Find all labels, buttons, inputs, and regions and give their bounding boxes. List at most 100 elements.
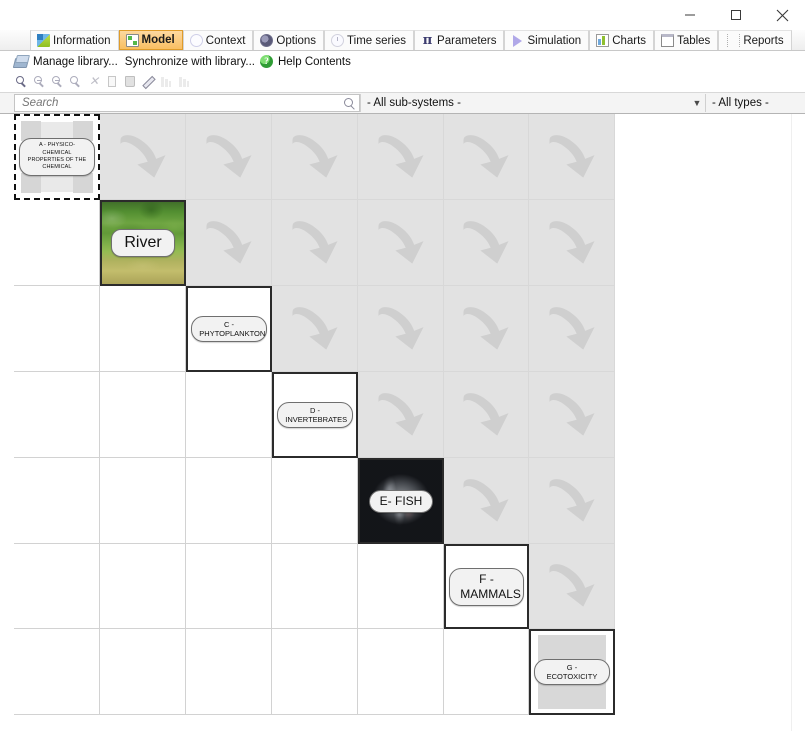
curved-arrow-down-right-icon bbox=[463, 220, 509, 264]
matrix-cell[interactable] bbox=[186, 372, 272, 458]
model-node-e[interactable]: E- FISH bbox=[358, 458, 444, 544]
tab-label: Options bbox=[276, 34, 317, 47]
node-label: F - MAMMALS bbox=[449, 567, 524, 606]
matrix-cell[interactable] bbox=[529, 544, 615, 629]
tab-context[interactable]: Context bbox=[182, 30, 254, 50]
model-node-f[interactable]: F - MAMMALS bbox=[444, 544, 529, 629]
matrix-cell[interactable] bbox=[444, 458, 529, 544]
matrix-cell[interactable] bbox=[100, 286, 186, 372]
help-contents-link[interactable]: Help Contents bbox=[278, 56, 351, 68]
tab-simulation[interactable]: Simulation bbox=[504, 30, 590, 50]
search-box[interactable] bbox=[14, 94, 360, 112]
subsystems-select[interactable]: - All sub-systems - ▼ bbox=[360, 94, 705, 112]
matrix-cell[interactable] bbox=[444, 286, 529, 372]
tab-reports[interactable]: Reports bbox=[718, 30, 792, 50]
matrix-cell[interactable] bbox=[186, 114, 272, 200]
model-node-g[interactable]: G - ECOTOXICITY bbox=[529, 629, 615, 715]
tab-tables[interactable]: Tables bbox=[654, 30, 719, 50]
model-matrix-area[interactable]: A - PHYSICO-CHEMICAL PROPERTIES OF THE C… bbox=[0, 114, 805, 731]
zoom-out-icon[interactable] bbox=[50, 74, 66, 90]
matrix-cell[interactable] bbox=[100, 114, 186, 200]
matrix-cell[interactable] bbox=[272, 458, 358, 544]
model-node-c[interactable]: C - PHYTOPLANKTON bbox=[186, 286, 272, 372]
search-input[interactable] bbox=[20, 96, 343, 110]
model-matrix[interactable]: A - PHYSICO-CHEMICAL PROPERTIES OF THE C… bbox=[14, 114, 615, 731]
matrix-cell[interactable] bbox=[186, 200, 272, 286]
matrix-cell[interactable] bbox=[358, 629, 444, 715]
matrix-cell[interactable] bbox=[272, 286, 358, 372]
tab-parameters[interactable]: π Parameters bbox=[414, 30, 505, 50]
vertical-scroll-gutter[interactable] bbox=[791, 114, 805, 731]
tab-model[interactable]: Model bbox=[118, 30, 183, 50]
matrix-cell[interactable] bbox=[444, 629, 529, 715]
distribute-icon[interactable] bbox=[176, 74, 192, 90]
matrix-cell[interactable] bbox=[529, 114, 615, 200]
minimize-button[interactable] bbox=[667, 0, 713, 30]
curved-arrow-down-right-icon bbox=[549, 134, 594, 178]
matrix-cell[interactable] bbox=[100, 372, 186, 458]
manage-library-link[interactable]: Manage library... bbox=[33, 56, 118, 68]
delete-icon[interactable]: ✕ bbox=[86, 74, 102, 90]
matrix-cell[interactable] bbox=[186, 458, 272, 544]
matrix-cell[interactable] bbox=[186, 544, 272, 629]
tab-label: Parameters bbox=[437, 34, 497, 47]
align-left-icon[interactable] bbox=[158, 74, 174, 90]
model-node-b[interactable]: River bbox=[100, 200, 186, 286]
matrix-cell[interactable] bbox=[100, 544, 186, 629]
resize-handle-bottom-right[interactable] bbox=[73, 173, 93, 193]
matrix-cell[interactable] bbox=[14, 286, 100, 372]
reports-icon bbox=[727, 34, 741, 47]
matrix-cell[interactable] bbox=[529, 458, 615, 544]
matrix-cell[interactable] bbox=[272, 544, 358, 629]
tab-charts[interactable]: Charts bbox=[589, 30, 655, 50]
matrix-cell[interactable] bbox=[444, 200, 529, 286]
close-button[interactable] bbox=[759, 0, 805, 30]
zoom-reset-icon[interactable] bbox=[68, 74, 84, 90]
zoom-selection-icon[interactable] bbox=[14, 74, 30, 90]
matrix-cell[interactable] bbox=[14, 200, 100, 286]
matrix-cell[interactable] bbox=[358, 286, 444, 372]
matrix-cell[interactable] bbox=[100, 458, 186, 544]
matrix-cell[interactable] bbox=[186, 629, 272, 715]
curved-arrow-down-right-icon bbox=[378, 392, 423, 436]
matrix-cell[interactable] bbox=[358, 544, 444, 629]
matrix-cell[interactable] bbox=[529, 372, 615, 458]
copy-icon[interactable] bbox=[104, 74, 120, 90]
interaction-arrow bbox=[542, 299, 602, 359]
edit-pencil-icon[interactable] bbox=[140, 74, 156, 90]
tab-label: Reports bbox=[743, 34, 784, 47]
tab-options[interactable]: Options bbox=[253, 30, 325, 50]
tab-information[interactable]: Information bbox=[30, 30, 119, 50]
parameters-icon: π bbox=[422, 33, 433, 48]
matrix-cell[interactable] bbox=[14, 629, 100, 715]
trash-icon[interactable] bbox=[122, 74, 138, 90]
matrix-cell[interactable] bbox=[529, 200, 615, 286]
matrix-cell[interactable] bbox=[100, 629, 186, 715]
matrix-cell[interactable] bbox=[358, 200, 444, 286]
matrix-cell[interactable] bbox=[444, 114, 529, 200]
context-icon bbox=[189, 34, 203, 47]
matrix-cell[interactable] bbox=[14, 372, 100, 458]
tab-label: Charts bbox=[612, 34, 647, 47]
matrix-cell[interactable] bbox=[272, 629, 358, 715]
resize-handle-bottom-left[interactable] bbox=[21, 173, 41, 193]
matrix-cell[interactable] bbox=[529, 286, 615, 372]
matrix-cell[interactable] bbox=[358, 114, 444, 200]
curved-arrow-down-right-icon bbox=[378, 220, 423, 264]
maximize-button[interactable] bbox=[713, 0, 759, 30]
matrix-cell[interactable] bbox=[272, 114, 358, 200]
tab-time-series[interactable]: Time series bbox=[324, 30, 415, 50]
matrix-cell[interactable] bbox=[358, 372, 444, 458]
zoom-in-icon[interactable] bbox=[32, 74, 48, 90]
search-icon[interactable] bbox=[343, 97, 355, 109]
synchronize-with-library-link[interactable]: Synchronize with library... bbox=[125, 56, 255, 68]
matrix-cell[interactable] bbox=[14, 458, 100, 544]
curved-arrow-down-right-icon bbox=[549, 564, 594, 607]
types-select[interactable]: - All types - bbox=[705, 94, 805, 112]
matrix-cell[interactable] bbox=[272, 200, 358, 286]
model-node-d[interactable]: D - INVERTEBRATES bbox=[272, 372, 358, 458]
curved-arrow-down-right-icon bbox=[292, 220, 337, 264]
model-node-a[interactable]: A - PHYSICO-CHEMICAL PROPERTIES OF THE C… bbox=[14, 114, 100, 200]
matrix-cell[interactable] bbox=[14, 544, 100, 629]
matrix-cell[interactable] bbox=[444, 372, 529, 458]
